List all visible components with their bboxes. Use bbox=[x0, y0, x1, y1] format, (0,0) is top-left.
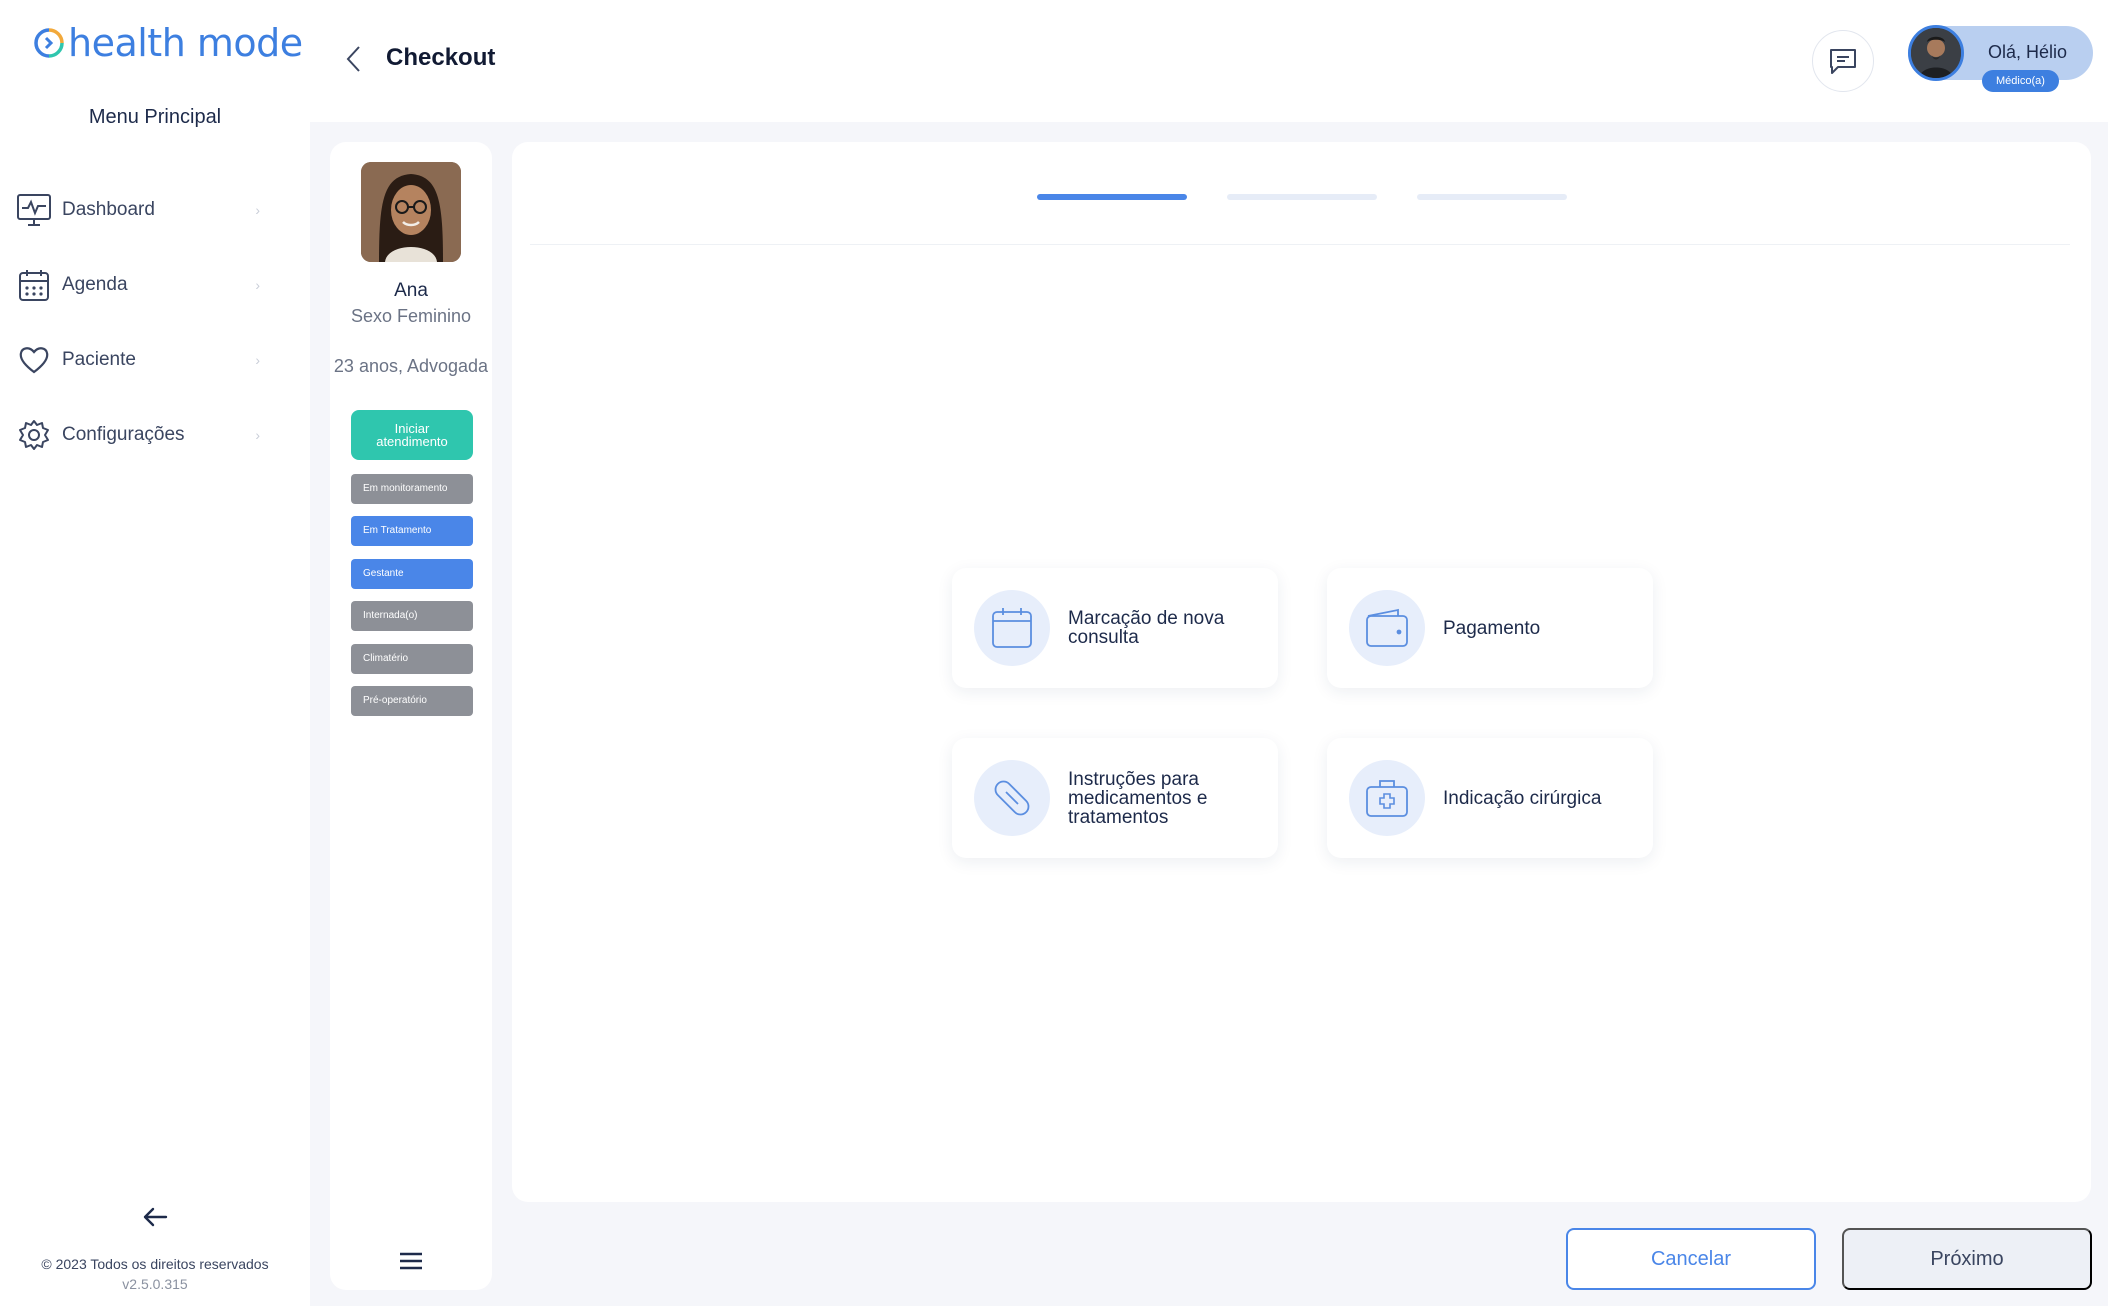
medical-kit-icon bbox=[1349, 760, 1425, 836]
option-new-appointment[interactable]: Marcação de nova consulta bbox=[952, 568, 1278, 688]
option-surgical-indication[interactable]: Indicação cirúrgica bbox=[1327, 738, 1653, 858]
sidebar-item-label: Configurações bbox=[62, 424, 185, 445]
sidebar: health mode Menu Principal Dashboard › A… bbox=[0, 0, 310, 1306]
tag-climaterio[interactable]: Climatério bbox=[351, 644, 473, 674]
gear-icon bbox=[16, 417, 52, 453]
user-greeting: Olá, Hélio bbox=[1988, 42, 2068, 62]
chevron-right-icon: › bbox=[255, 202, 260, 218]
sidebar-item-paciente[interactable]: Paciente › bbox=[16, 338, 260, 382]
back-button[interactable] bbox=[336, 42, 370, 76]
patient-card: Ana Sexo Feminino 23 anos, Advogada Inic… bbox=[330, 142, 492, 1290]
sidebar-item-label: Paciente bbox=[62, 349, 136, 370]
step-indicator-1 bbox=[1037, 194, 1187, 200]
chevron-right-icon: › bbox=[255, 352, 260, 368]
wallet-icon bbox=[1349, 590, 1425, 666]
step-indicator-2 bbox=[1227, 194, 1377, 200]
patient-name: Ana bbox=[394, 280, 428, 301]
tag-internada[interactable]: Internada(o) bbox=[351, 601, 473, 631]
option-medication-instructions[interactable]: Instruções para medicamentos e tratament… bbox=[952, 738, 1278, 858]
copyright-text: © 2023 Todos os direitos reservados bbox=[41, 1256, 269, 1272]
checkout-panel: Marcação de nova consulta Pagamento Inst… bbox=[512, 142, 2091, 1202]
logo-mark-icon bbox=[34, 28, 64, 58]
option-label: Indicação cirúrgica bbox=[1443, 787, 1602, 809]
chevron-right-icon: › bbox=[255, 277, 260, 293]
option-label: Marcação de nova consulta bbox=[1068, 608, 1225, 648]
heart-icon bbox=[16, 342, 52, 378]
header: Checkout Olá, Hélio Médico(a) bbox=[310, 0, 2108, 122]
chevron-right-icon: › bbox=[255, 427, 260, 443]
hamburger-icon bbox=[400, 1252, 422, 1270]
sidebar-item-agenda[interactable]: Agenda › bbox=[16, 263, 260, 307]
tag-gestante[interactable]: Gestante bbox=[351, 559, 473, 589]
sidebar-item-configuracoes[interactable]: Configurações › bbox=[16, 413, 260, 457]
avatar bbox=[1908, 25, 1964, 81]
patient-age-occupation: 23 anos, Advogada bbox=[333, 356, 489, 376]
option-label: Instruções para medicamentos e tratament… bbox=[1068, 768, 1208, 828]
arrow-left-icon bbox=[143, 1207, 168, 1227]
menu-title: Menu Principal bbox=[88, 106, 222, 128]
version-text: v2.5.0.315 bbox=[122, 1276, 188, 1292]
option-label: Pagamento bbox=[1443, 617, 1541, 639]
patient-menu-button[interactable] bbox=[396, 1246, 426, 1276]
calendar-icon bbox=[16, 267, 52, 303]
tag-em-tratamento[interactable]: Em Tratamento bbox=[351, 516, 473, 546]
cancel-button[interactable]: Cancelar bbox=[1566, 1228, 1816, 1290]
monitor-pulse-icon bbox=[16, 192, 52, 228]
chevron-left-icon bbox=[346, 46, 360, 72]
sidebar-item-label: Dashboard bbox=[62, 199, 155, 220]
tag-em-monitoramento[interactable]: Em monitoramento bbox=[351, 474, 473, 504]
calendar-icon bbox=[974, 590, 1050, 666]
messages-button[interactable] bbox=[1812, 30, 1874, 92]
next-button[interactable]: Próximo bbox=[1842, 1228, 2092, 1290]
patient-sex: Sexo Feminino bbox=[350, 306, 472, 326]
logo-text: health mode bbox=[68, 21, 303, 65]
page-title: Checkout bbox=[386, 44, 496, 71]
pill-icon bbox=[974, 760, 1050, 836]
option-payment[interactable]: Pagamento bbox=[1327, 568, 1653, 688]
step-indicator-3 bbox=[1417, 194, 1567, 200]
logo[interactable]: health mode bbox=[32, 18, 303, 68]
collapse-sidebar-button[interactable] bbox=[138, 1200, 172, 1234]
sidebar-item-dashboard[interactable]: Dashboard › bbox=[16, 188, 260, 232]
sidebar-item-label: Agenda bbox=[62, 274, 128, 295]
divider bbox=[530, 244, 2070, 245]
start-appointment-button[interactable]: Iniciar atendimento bbox=[351, 410, 473, 460]
role-badge: Médico(a) bbox=[1982, 70, 2059, 92]
tag-pre-operatorio[interactable]: Pré-operatório bbox=[351, 686, 473, 716]
chat-icon bbox=[1830, 49, 1856, 74]
user-menu[interactable]: Olá, Hélio Médico(a) bbox=[1908, 25, 2093, 92]
patient-photo bbox=[361, 162, 461, 262]
